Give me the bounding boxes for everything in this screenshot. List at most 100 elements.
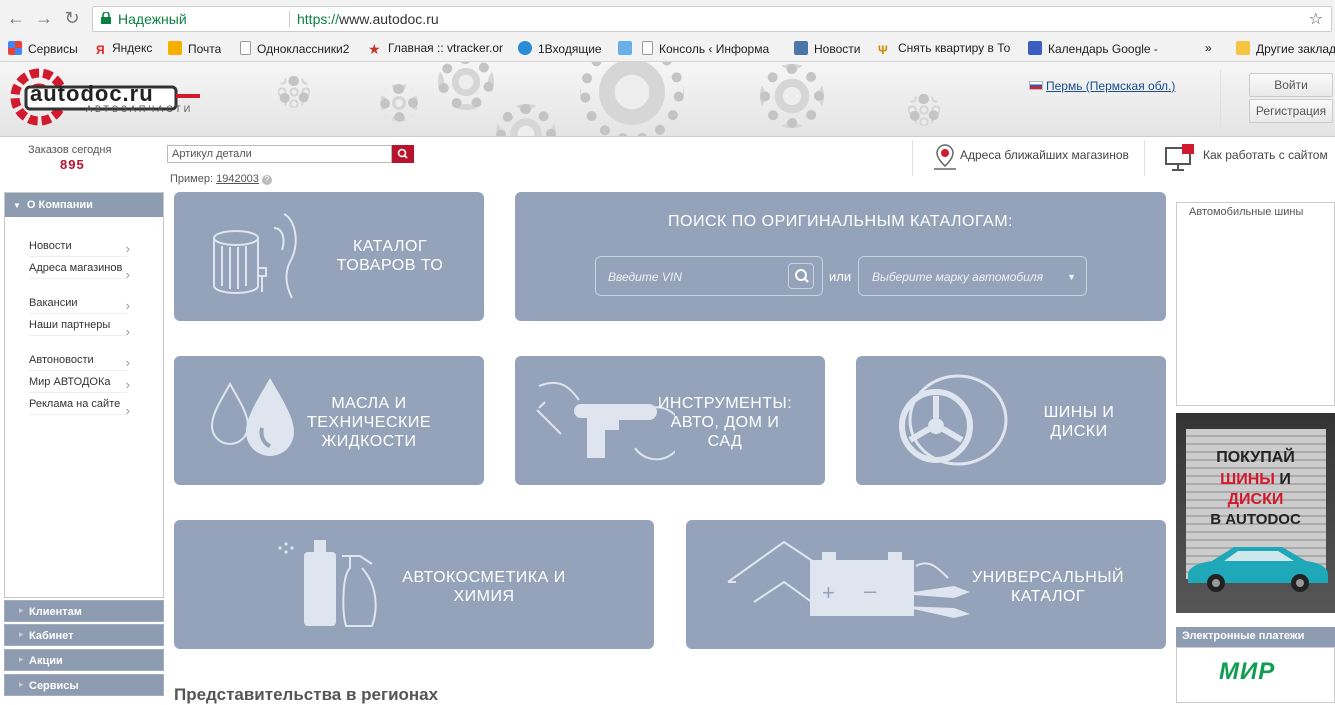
chevron-right-icon: › — [125, 324, 130, 339]
omnibox-divider — [289, 11, 290, 27]
tile-original-catalogs: ПОИСК ПО ОРИГИНАЛЬНЫМ КАТАЛОГАМ: Введите… — [515, 192, 1166, 321]
bookmark-inbox[interactable]: 1Входящие — [518, 41, 602, 56]
login-button[interactable]: Войти — [1249, 73, 1333, 97]
sidebar-section-cabinet[interactable]: Кабинет — [4, 624, 164, 646]
tires-ad-title: Автомобильные шины — [1189, 206, 1304, 218]
svg-text:+: + — [822, 580, 835, 605]
gear-icon — [760, 64, 824, 128]
url-scheme: https:// — [297, 11, 340, 27]
bookmark-console[interactable]: Консоль ‹ Информа — [618, 41, 782, 56]
reload-icon[interactable]: ↻ — [62, 8, 82, 28]
oil-filter-icon — [213, 213, 297, 299]
tile-oils[interactable]: МАСЛА И ТЕХНИЧЕСКИЕ ЖИДКОСТИ — [174, 356, 484, 485]
banner-line4: В AUTODOC — [1210, 511, 1301, 528]
forward-icon[interactable]: → — [34, 8, 54, 28]
star-icon: ★ — [368, 41, 381, 55]
sidebar-item-vacancies[interactable]: Вакансии › — [29, 297, 130, 314]
sidebar-item-autodoc-world[interactable]: Мир АВТОДОКа › — [29, 376, 130, 393]
search-icon — [795, 269, 809, 283]
bookmark-calendar[interactable]: Календарь Google - — [1028, 41, 1162, 56]
search-divider — [912, 140, 913, 176]
tile-to-catalog-label: КАТАЛОГ ТОВАРОВ ТО — [336, 238, 444, 274]
svg-text:–: – — [864, 578, 877, 603]
page-icon — [642, 41, 653, 55]
sidebar-item-advertising[interactable]: Реклама на сайте › — [29, 398, 130, 418]
url-host: www.autodoc.ru — [339, 11, 439, 27]
logo-tagline: АВТОЗАПЧАСТИ — [86, 104, 194, 114]
bookmark-vk-news[interactable]: Новости — [794, 41, 860, 56]
payments-header: Электронные платежи — [1176, 627, 1335, 647]
original-catalogs-title: ПОИСК ПО ОРИГИНАЛЬНЫМ КАТАЛОГАМ: — [668, 213, 1013, 230]
search-divider — [1144, 140, 1145, 176]
sidebar-item-autonews[interactable]: Автоновости › — [29, 354, 130, 371]
tile-tools[interactable]: ИНСТРУМЕНТЫ: АВТО, ДОМ И САД — [515, 356, 825, 485]
article-example-value[interactable]: 1942003 — [216, 173, 259, 185]
bookmark-vtracker[interactable]: ★ Главная :: vtracker.or — [368, 41, 506, 55]
bookmark-ok[interactable]: Одноклассники2 — [240, 41, 360, 56]
gear-icon — [908, 94, 940, 126]
chat-icon — [618, 41, 632, 55]
how-to-link[interactable]: Как работать с сайтом — [1203, 148, 1328, 162]
yandex-icon: Я — [96, 43, 105, 57]
gear-icon — [278, 76, 310, 108]
tile-universal[interactable]: + – УНИВЕРСАЛЬНЫЙ КАТАЛОГ — [686, 520, 1166, 649]
bookmark-mail[interactable]: Почта — [168, 41, 221, 56]
url-text[interactable]: https://www.autodoc.ru — [297, 11, 439, 27]
mir-logo[interactable]: МИР — [1219, 658, 1275, 686]
article-search-button[interactable] — [392, 145, 414, 163]
bookmark-other[interactable]: Другие заклад — [1236, 41, 1335, 56]
register-button[interactable]: Регистрация — [1249, 99, 1333, 123]
sidebar-section-clients[interactable]: Клиентам — [4, 600, 164, 622]
mail-icon — [168, 41, 182, 55]
or-label: или — [829, 269, 852, 284]
sidebar-header[interactable]: ▼ О Компании — [5, 193, 163, 217]
tile-cosmetics-label: АВТОКОСМЕТИКА И ХИМИЯ — [402, 569, 566, 605]
sidebar-item-store-addresses[interactable]: Адреса магазинов › — [29, 262, 130, 281]
site-header: autodoc.ru АВТОЗАПЧАСТИ Пермь (Пермская … — [0, 62, 1335, 137]
vin-search-button[interactable] — [788, 263, 814, 289]
gear-icon — [438, 62, 494, 110]
map-pin-icon — [934, 144, 956, 170]
bookmark-yandex[interactable]: Я Яндекс — [96, 41, 152, 57]
banner-line2: ШИНЫ И — [1220, 471, 1291, 488]
trident-icon: Ψ — [878, 43, 888, 57]
help-icon[interactable]: ? — [261, 175, 272, 185]
bookmark-star-icon[interactable]: ☆ — [1309, 9, 1323, 29]
article-example: Пример: 1942003? — [170, 173, 272, 185]
drill-icon — [536, 381, 675, 461]
apps-grid-icon — [8, 41, 22, 55]
address-bar[interactable]: Надежный https://www.autodoc.ru ☆ — [92, 6, 1332, 32]
tile-tires[interactable]: ШИНЫ И ДИСКИ — [856, 356, 1166, 485]
city-selector[interactable]: Пермь (Пермская обл.) — [1029, 79, 1175, 93]
monitor-help-icon — [1165, 144, 1194, 171]
bookmark-services[interactable]: Сервисы — [8, 41, 78, 56]
sidebar-item-news[interactable]: Новости › — [29, 240, 130, 257]
sidebar-item-partners[interactable]: Наши партнеры › — [29, 319, 130, 339]
sidebar-section-promo[interactable]: Акции — [4, 649, 164, 671]
chevron-right-icon: › — [125, 403, 130, 418]
browser-toolbar: ← → ↻ Надежный https://www.autodoc.ru ☆ — [0, 0, 1335, 36]
chevron-right-icon: › — [125, 241, 130, 256]
tile-universal-label: УНИВЕРСАЛЬНЫЙ КАТАЛОГ — [972, 569, 1124, 605]
article-search-input[interactable]: Артикул детали — [167, 145, 392, 163]
nearest-stores-link[interactable]: Адреса ближайших магазинов — [960, 148, 1129, 162]
chevron-right-icon: › — [125, 298, 130, 313]
spray-bottle-icon — [278, 540, 377, 627]
sidebar-section-services[interactable]: Сервисы — [4, 674, 164, 696]
tile-cosmetics[interactable]: АВТОКОСМЕТИКА И ХИМИЯ — [174, 520, 654, 649]
lock-icon — [101, 12, 111, 24]
tile-tools-label: ИНСТРУМЕНТЫ: АВТО, ДОМ И САД — [657, 395, 793, 450]
tile-to-catalog[interactable]: КАТАЛОГ ТОВАРОВ ТО — [174, 192, 484, 321]
bookmarks-overflow[interactable]: » — [1205, 41, 1212, 55]
tile-tires-label: ШИНЫ И ДИСКИ — [1043, 404, 1115, 440]
bookmark-rent[interactable]: Ψ Снять квартиру в То — [878, 41, 1014, 57]
chevron-right-icon: › — [125, 355, 130, 370]
promo-banner[interactable]: ПОКУПАЙ ШИНЫ И ДИСКИ В AUTODOC — [1176, 413, 1335, 613]
back-icon[interactable]: ← — [6, 8, 26, 28]
brand-select[interactable]: Выберите марку автомобиля ▼ — [858, 256, 1087, 296]
car-icon — [1188, 547, 1328, 592]
triangle-down-icon: ▼ — [13, 201, 21, 210]
orders-today-label: Заказов сегодня — [28, 144, 112, 156]
tires-ad-box[interactable]: Автомобильные шины — [1176, 202, 1335, 406]
vk-icon — [794, 41, 808, 55]
